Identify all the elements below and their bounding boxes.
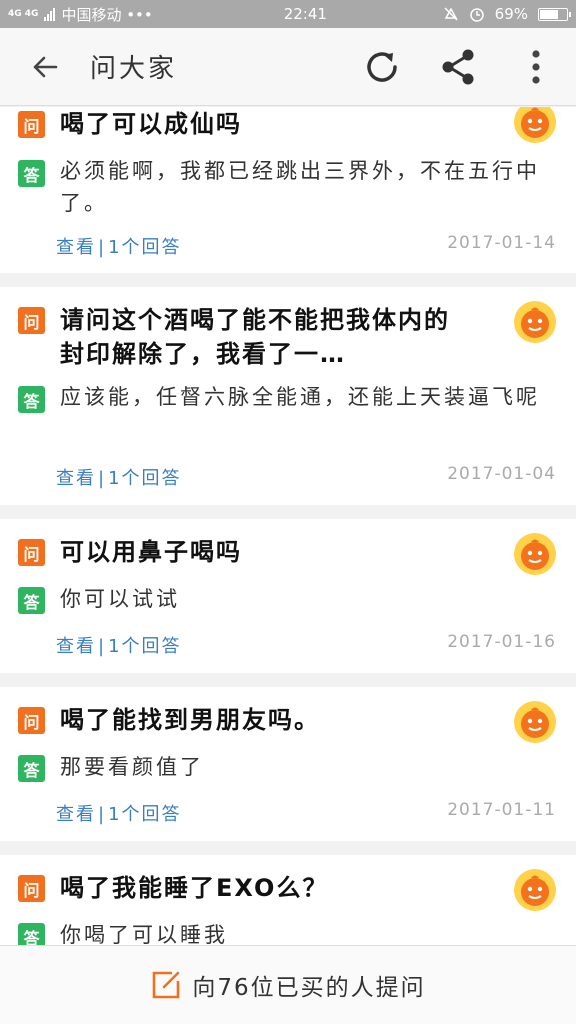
question-badge: 问 [18, 875, 45, 902]
answer-count: 1个回答 [108, 237, 182, 258]
answer-text: 你喝了可以睡我 [60, 923, 228, 945]
question-badge: 问 [18, 307, 45, 334]
question-text: 喝了能找到男朋友吗。 [60, 706, 320, 734]
answer-text: 应该能，任督六脉全能通，还能上天装逼飞呢 [60, 385, 540, 409]
refresh-button[interactable] [344, 28, 420, 106]
question-date: 2017-01-16 [447, 632, 556, 652]
answer-text: 必须能啊，我都已经跳出三界外，不在五行中了。 [60, 159, 540, 215]
share-button[interactable] [420, 28, 496, 106]
question-text: 可以用鼻子喝吗 [60, 538, 242, 566]
avatar-icon [514, 869, 556, 911]
avatar-icon [514, 301, 556, 343]
more-vertical-icon [532, 49, 540, 84]
share-icon [442, 49, 474, 84]
ask-question-label: 向76位已买的人提问 [192, 975, 426, 1001]
answer-count: 1个回答 [108, 804, 182, 825]
network-tag: 4G 4G [8, 8, 39, 19]
separator: | [98, 468, 107, 489]
page-title: 问大家 [90, 54, 178, 84]
arrow-left-icon [33, 56, 58, 77]
question-date: 2017-01-14 [447, 233, 556, 253]
question-badge: 问 [18, 539, 45, 566]
answer-badge: 答 [18, 755, 45, 782]
view-label: 查看 [56, 804, 96, 825]
app-header: 问大家 [0, 28, 576, 106]
view-label: 查看 [56, 237, 96, 258]
status-right: 69% [443, 5, 571, 23]
question-text: 请问这个酒喝了能不能把我体内的封印解除了，我看了一… [60, 306, 450, 368]
more-button[interactable] [496, 28, 576, 106]
answer-text: 那要看颜值了 [60, 755, 204, 779]
answer-text: 你可以试试 [60, 587, 180, 611]
question-badge: 问 [18, 111, 45, 138]
view-answers-link[interactable]: 查看 | 1个回答 [56, 632, 182, 658]
separator: | [98, 804, 107, 825]
question-date: 2017-01-11 [447, 800, 556, 820]
view-answers-link[interactable]: 查看 | 1个回答 [56, 233, 182, 259]
status-time: 22:41 [283, 5, 327, 23]
question-card[interactable]: 问 喝了可以成仙吗 答 必须能啊，我都已经跳出三界外，不在五行中了。 查看 | 1个… [0, 107, 576, 273]
battery-percent: 69% [494, 5, 528, 23]
question-badge: 问 [18, 707, 45, 734]
mute-icon [444, 7, 458, 21]
back-button[interactable] [0, 28, 90, 106]
question-card[interactable]: 问 喝了我能睡了EXO么？ 答 你喝了可以睡我 [0, 855, 576, 945]
alarm-icon [469, 8, 484, 22]
question-card[interactable]: 问 可以用鼻子喝吗 答 你可以试试 查看 | 1个回答 2017-01-16 [0, 519, 576, 673]
view-answers-link[interactable]: 查看 | 1个回答 [56, 800, 182, 826]
question-text: 喝了我能睡了EXO么？ [60, 874, 329, 902]
ask-question-bar[interactable]: 向76位已买的人提问 [0, 945, 576, 1024]
status-bar: 4G 4G 中国移动 ••• 22:41 69% [0, 0, 576, 28]
avatar-icon [514, 533, 556, 575]
refresh-icon [367, 51, 397, 82]
avatar-icon [514, 701, 556, 743]
status-left: 4G 4G 中国移动 ••• [8, 4, 228, 25]
answer-count: 1个回答 [108, 468, 182, 489]
edit-icon [153, 971, 180, 999]
signal-icon [44, 7, 56, 21]
battery-icon [538, 7, 571, 21]
answer-count: 1个回答 [108, 636, 182, 657]
question-text: 喝了可以成仙吗 [60, 110, 242, 138]
separator: | [98, 636, 107, 657]
question-date: 2017-01-04 [447, 464, 556, 484]
answer-badge: 答 [18, 160, 45, 187]
question-card[interactable]: 问 请问这个酒喝了能不能把我体内的封印解除了，我看了一… 答 应该能，任督六脉全… [0, 287, 576, 505]
answer-badge: 答 [18, 386, 45, 413]
separator: | [98, 237, 107, 258]
answer-badge: 答 [18, 587, 45, 614]
view-answers-link[interactable]: 查看 | 1个回答 [56, 464, 182, 490]
carrier: 中国移动 ••• [61, 5, 153, 24]
view-label: 查看 [56, 636, 96, 657]
question-list[interactable]: 问 喝了可以成仙吗 答 必须能啊，我都已经跳出三界外，不在五行中了。 查看 | 1个… [0, 107, 576, 945]
question-card[interactable]: 问 喝了能找到男朋友吗。 答 那要看颜值了 查看 | 1个回答 2017-01-11 [0, 687, 576, 841]
answer-badge: 答 [18, 923, 45, 945]
view-label: 查看 [56, 468, 96, 489]
avatar-icon [514, 107, 556, 143]
